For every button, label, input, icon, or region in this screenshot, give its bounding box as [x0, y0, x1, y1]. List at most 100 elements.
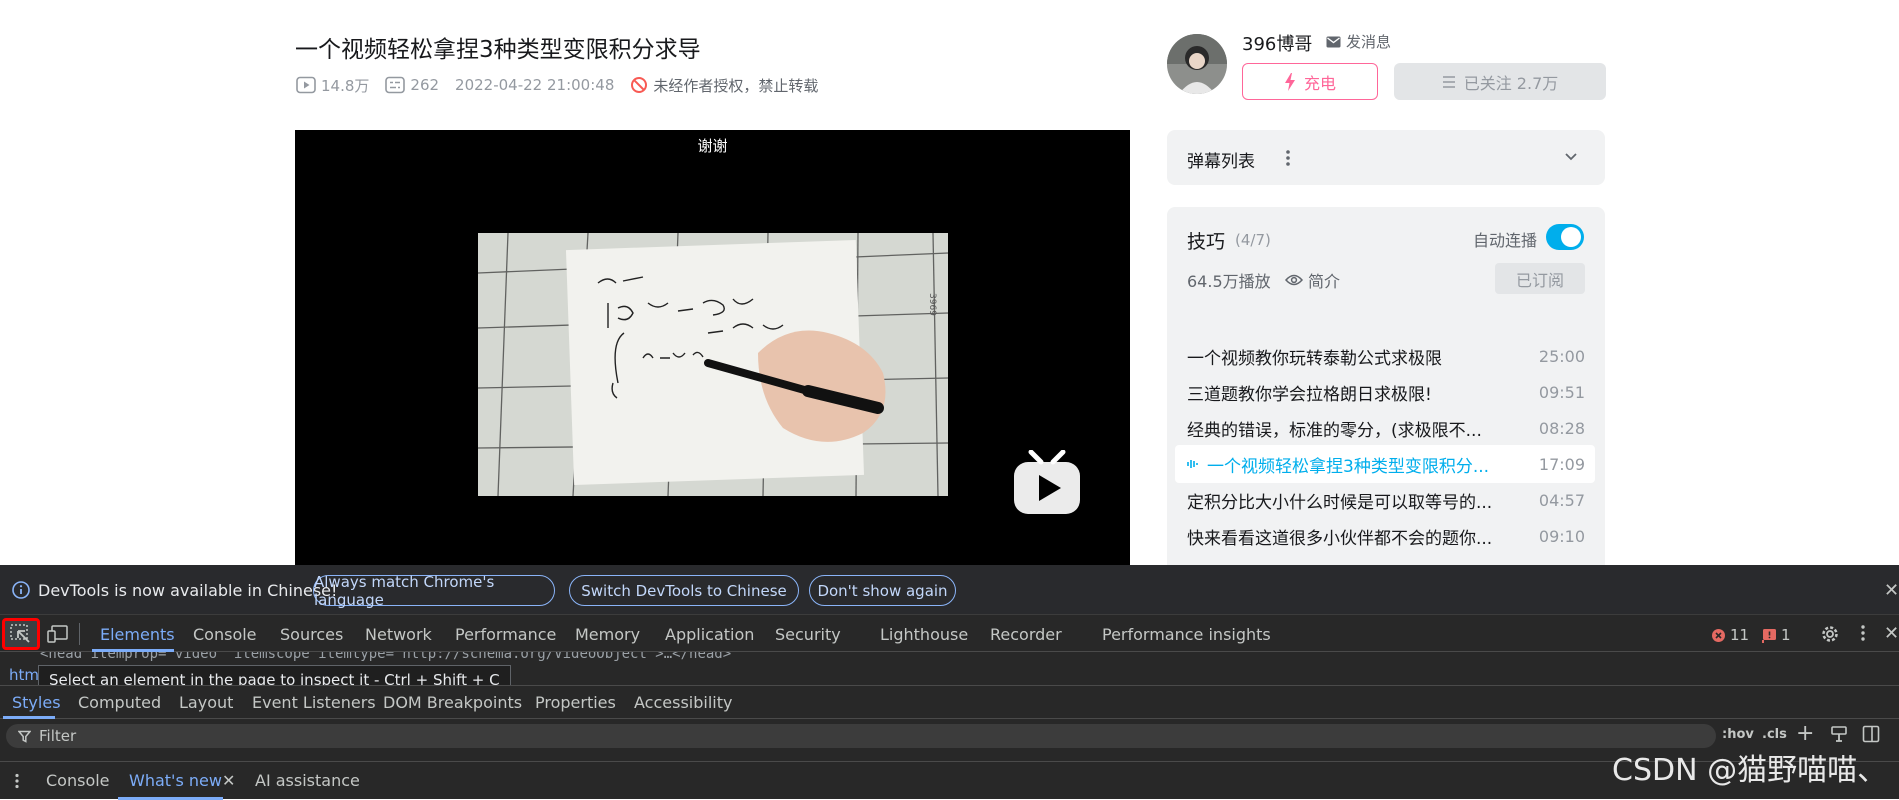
styles-tabbar: Styles Computed Layout Event Listeners D…: [0, 685, 1899, 719]
tab-properties[interactable]: Properties: [535, 693, 616, 712]
tab-event-listeners[interactable]: Event Listeners: [252, 693, 376, 712]
playlist-item-duration: 04:57: [1538, 490, 1585, 510]
tab-recorder[interactable]: Recorder: [990, 625, 1062, 644]
chevron-down-icon[interactable]: [1564, 152, 1578, 162]
tab-elements[interactable]: Elements: [100, 625, 175, 644]
close-drawer-tab-icon[interactable]: ✕: [222, 771, 235, 790]
dom-node-text[interactable]: <head itemprop="video" itemscope itemtyp…: [40, 652, 731, 662]
new-style-rule-icon[interactable]: +: [1796, 721, 1814, 746]
autoplay-toggle[interactable]: [1546, 224, 1584, 250]
filter-placeholder: Filter: [39, 727, 77, 745]
tab-dom-breakpoints[interactable]: DOM Breakpoints: [383, 693, 522, 712]
playlist-intro-link[interactable]: 简介: [1285, 268, 1340, 292]
issues-count-badge[interactable]: 1: [1762, 626, 1791, 644]
tab-styles[interactable]: Styles: [12, 693, 61, 712]
video-subtitle: 谢谢: [697, 137, 728, 155]
subscribed-button[interactable]: 已订阅: [1495, 263, 1585, 294]
danmaku-list-label: 弹幕列表: [1187, 152, 1255, 172]
play-icon[interactable]: [1011, 450, 1083, 516]
tab-performance-insights[interactable]: Performance insights: [1102, 625, 1271, 644]
devtools-tabbar: Elements Console Sources Network Perform…: [0, 615, 1899, 652]
playlist-item-title: 三道题教你学会拉格朗日求极限!: [1187, 384, 1432, 405]
settings-gear-icon[interactable]: [1820, 624, 1840, 644]
video-meta: 14.8万 262 2022-04-22 21:00:48 未经作者授权，禁止转…: [296, 75, 834, 95]
playlist-item-duration: 25:00: [1538, 346, 1585, 366]
playlist-panel: 技巧 (4/7) 自动连播 64.5万播放 简介 已订阅 一个视频教你玩转泰勒公…: [1167, 207, 1605, 565]
issue-count: 1: [1781, 626, 1791, 644]
issue-flag-icon: [1762, 628, 1776, 643]
match-language-button[interactable]: Always match Chrome's language: [313, 573, 555, 609]
switch-to-chinese-button[interactable]: Switch DevTools to Chinese: [569, 575, 799, 606]
charge-button[interactable]: 充电: [1242, 63, 1378, 100]
drawer-menu-icon[interactable]: [14, 773, 20, 789]
tab-lighthouse[interactable]: Lighthouse: [880, 625, 968, 644]
playlist-item[interactable]: 经典的错误，标准的零分，(求极限不... 08:28: [1175, 409, 1595, 447]
tab-security[interactable]: Security: [775, 625, 841, 644]
inspect-icon: [10, 624, 30, 643]
drawer-tab-whats-new[interactable]: What's new: [129, 771, 222, 790]
hover-state-toggle[interactable]: :hov: [1722, 727, 1754, 742]
device-toolbar-icon[interactable]: [47, 625, 69, 643]
danmaku-count-icon: [385, 76, 406, 94]
tab-performance[interactable]: Performance: [455, 625, 556, 644]
playlist-item-title: 快来看看这道很多小伙伴都不会的题你...: [1187, 528, 1493, 549]
tab-console[interactable]: Console: [193, 625, 257, 644]
tab-network[interactable]: Network: [365, 625, 432, 644]
views-count: 14.8万: [321, 76, 370, 95]
mail-icon: [1326, 36, 1341, 47]
close-icon[interactable]: ✕: [1884, 580, 1899, 601]
playlist-item-duration: 09:51: [1538, 382, 1585, 402]
playlist-count: (4/7): [1235, 231, 1271, 249]
playlist-title: 技巧: [1187, 231, 1226, 253]
tab-memory[interactable]: Memory: [575, 625, 640, 644]
copyright-text: 未经作者授权，禁止转载: [653, 76, 819, 95]
copyright-notice: 未经作者授权，禁止转载: [630, 75, 818, 96]
send-message-label: 发消息: [1346, 33, 1392, 51]
toggle-sidebar-icon[interactable]: [1862, 725, 1880, 743]
playlist-item[interactable]: 一个视频教你玩转泰勒公式求极限 25:00: [1175, 337, 1595, 375]
playlist-intro-label: 简介: [1308, 272, 1341, 291]
send-message-link[interactable]: 发消息: [1326, 31, 1391, 52]
playing-wave-icon: [1187, 460, 1198, 468]
tab-computed[interactable]: Computed: [78, 693, 161, 712]
danmaku-count: 262: [410, 76, 440, 94]
playlist-plays: 64.5万播放: [1187, 272, 1271, 291]
playlist-item[interactable]: 定积分比大小什么时候是可以取等号的... 04:57: [1175, 481, 1595, 519]
dont-show-again-button[interactable]: Don't show again: [809, 575, 956, 606]
playlist-item-title: 经典的错误，标准的零分，(求极限不...: [1187, 420, 1482, 441]
more-options-icon[interactable]: [1860, 624, 1866, 642]
close-devtools-icon[interactable]: ✕: [1884, 623, 1899, 644]
class-toggle[interactable]: .cls: [1762, 727, 1787, 742]
devtools-infobar: DevTools is now available in Chinese! Al…: [0, 565, 1899, 615]
lightning-icon: [1284, 72, 1295, 91]
uploader-avatar[interactable]: [1167, 34, 1227, 94]
tab-sources[interactable]: Sources: [280, 625, 343, 644]
tab-accessibility[interactable]: Accessibility: [634, 693, 732, 712]
inspect-element-button[interactable]: [2, 618, 40, 650]
svg-text:3969: 3969: [927, 293, 937, 316]
drawer-tab-console[interactable]: Console: [46, 771, 110, 790]
danmaku-list-panel[interactable]: 弹幕列表: [1167, 130, 1605, 185]
tab-layout[interactable]: Layout: [179, 693, 233, 712]
playlist-item-title: 定积分比大小什么时候是可以取等号的...: [1187, 492, 1493, 513]
publish-time: 2022-04-22 21:00:48: [455, 76, 615, 94]
error-count-badge[interactable]: 11: [1711, 626, 1749, 644]
playlist-item[interactable]: 快来看看这道很多小伙伴都不会的题你... 09:10: [1175, 517, 1595, 555]
video-player[interactable]: 谢谢 3969: [295, 130, 1130, 565]
follow-button[interactable]: 已关注 2.7万: [1394, 63, 1606, 100]
eye-icon: [1285, 274, 1303, 286]
playlist-item-title: 一个视频轻松拿捏3种类型变限积分...: [1207, 456, 1490, 477]
more-vertical-icon[interactable]: [1285, 149, 1291, 167]
csdn-watermark: CSDN @猫野喵喵、: [1612, 753, 1888, 788]
styles-filter-input[interactable]: Filter: [6, 724, 1716, 748]
drawer-tab-ai-assistance[interactable]: AI assistance: [255, 771, 360, 790]
uploader-name[interactable]: 396博哥: [1242, 30, 1312, 56]
playlist-item-duration: 09:10: [1538, 526, 1585, 546]
playlist-item-active[interactable]: 一个视频轻松拿捏3种类型变限积分... 17:09: [1175, 445, 1595, 483]
views-stat: 14.8万: [296, 75, 369, 96]
autoplay-label: 自动连播: [1473, 231, 1538, 250]
forbidden-icon: [631, 77, 648, 93]
tab-application[interactable]: Application: [665, 625, 754, 644]
playlist-item[interactable]: 三道题教你学会拉格朗日求极限! 09:51: [1175, 373, 1595, 411]
rendering-emulation-icon[interactable]: [1830, 725, 1848, 743]
